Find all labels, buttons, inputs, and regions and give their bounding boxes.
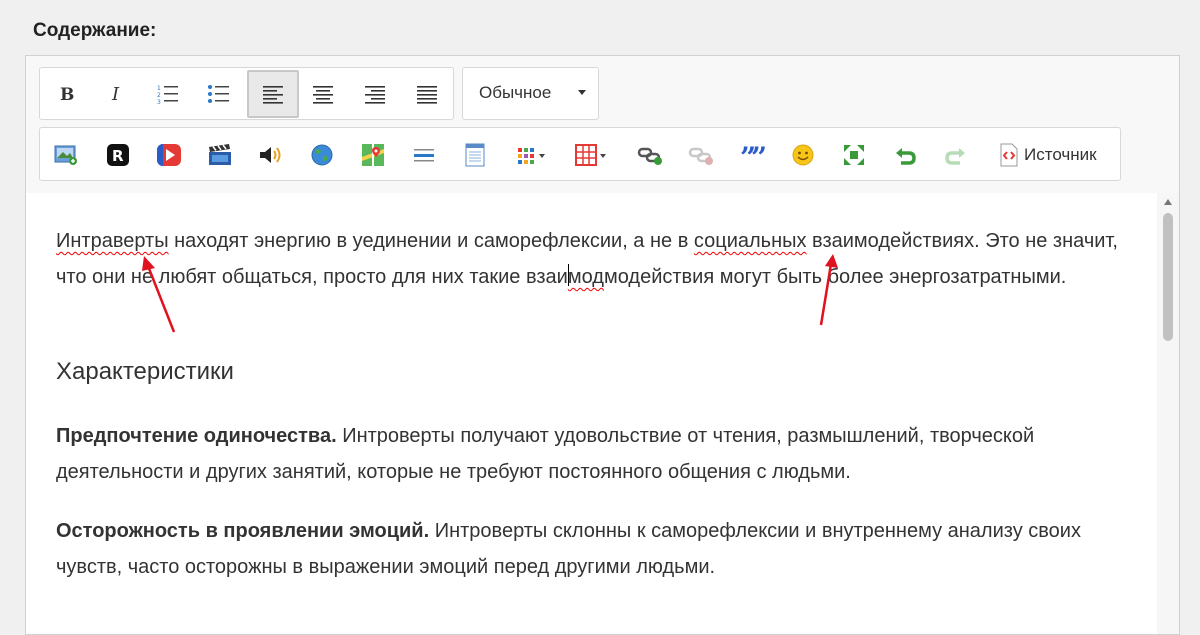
editor-toolbar: B I 1 2 3 Обычное R ” Источник [26,56,1179,194]
svg-text:”: ” [751,145,765,165]
scrollbar-thumb[interactable] [1163,213,1173,341]
maximize-button[interactable] [832,132,876,178]
insert-tools-group: R ” Источник [39,127,1121,181]
chevron-down-icon [578,90,586,95]
section-heading: Характеристики [56,358,234,385]
paragraph-bold-lead: Предпочтение одиночества. [56,425,337,447]
undo-button[interactable] [883,132,927,178]
formatting-group: B I 1 2 3 [39,67,454,120]
r-logo-icon: R [107,144,129,166]
insert-horizontal-line-button[interactable] [402,132,446,178]
paragraph-text: находят энергию в уединении и саморефлек… [168,230,694,252]
horizontal-line-icon [414,149,434,162]
globe-icon [311,144,333,166]
film-clapper-icon [209,144,231,165]
paragraph-solitude: Предпочтение одиночества. Интроверты пол… [56,418,1136,490]
insert-video-button[interactable] [147,132,191,178]
misspelled-word-fragment: мод [567,266,604,288]
align-center-button[interactable] [301,71,345,117]
format-select[interactable]: Обычное [462,67,599,120]
link-icon [637,147,662,165]
insert-special-char-button[interactable] [508,132,556,178]
bulleted-list-icon [208,85,229,103]
vertical-scrollbar[interactable] [1157,193,1179,634]
video-play-icon [157,144,181,166]
paragraph-emotions: Осторожность в проявлении эмоций. Интров… [56,513,1136,585]
insert-r-embed-button[interactable]: R [96,132,140,178]
content-field-label: Содержание: [33,20,157,41]
image-icon [54,145,77,165]
insert-audio-button[interactable] [249,132,293,178]
unlink-button[interactable] [679,132,723,178]
redo-button[interactable] [934,132,978,178]
table-grid-icon [575,144,606,166]
map-icon [362,144,384,166]
insert-table-button[interactable] [568,132,616,178]
align-justify-button[interactable] [405,71,449,117]
redo-icon [945,148,965,165]
format-select-value: Обычное [479,83,552,102]
paragraph-intro: Интраверты находят энергию в уединении и… [56,223,1136,295]
source-button[interactable]: Источник [990,132,1112,178]
align-left-icon [263,86,283,104]
audio-speaker-icon [260,147,281,163]
svg-text:B: B [60,85,74,104]
blockquote-button[interactable]: ”” [730,132,774,178]
insert-link-button[interactable] [628,132,672,178]
align-justify-icon [417,86,437,104]
maximize-icon [844,145,864,165]
bulleted-list-button[interactable] [197,71,241,117]
align-left-button[interactable] [247,70,299,118]
bold-icon: B [60,85,74,104]
misspelled-word[interactable]: Интраверты [56,230,169,252]
insert-link-globe-button[interactable] [300,132,344,178]
rich-text-editor: B I 1 2 3 Обычное R ” Источник Интраверт… [25,55,1180,635]
numbered-list-icon: 1 2 3 [157,85,178,105]
svg-text:1: 1 [157,85,161,92]
undo-icon [896,148,916,165]
paragraph-text: модействия могут быть более энергозатрат… [603,266,1067,288]
smiley-icon [792,144,814,166]
table-doc-icon [465,143,485,167]
source-code-icon [1000,143,1018,167]
blockquote-icon: ”” [740,145,765,165]
align-right-icon [365,86,385,104]
align-center-icon [313,86,333,104]
special-char-grid-icon [518,148,545,164]
align-right-button[interactable] [353,71,397,117]
insert-media-button[interactable] [198,132,242,178]
svg-text:R: R [112,147,124,165]
misspelled-word[interactable]: социальных [694,230,807,252]
italic-button[interactable]: I [95,71,139,117]
insert-template-button[interactable] [453,132,497,178]
svg-text:I: I [111,84,120,104]
scroll-up-arrow-icon[interactable] [1164,199,1172,205]
insert-smiley-button[interactable] [781,132,825,178]
insert-image-button[interactable] [44,132,88,178]
unlink-icon [688,147,713,165]
italic-icon: I [111,84,120,104]
numbered-list-button[interactable]: 1 2 3 [146,71,190,117]
svg-text:2: 2 [157,92,161,99]
source-button-label: Источник [1024,145,1097,164]
svg-text:3: 3 [157,99,161,105]
editor-content-area[interactable]: Интраверты находят энергию в уединении и… [26,193,1157,634]
paragraph-bold-lead: Осторожность в проявлении эмоций. [56,520,430,542]
insert-map-button[interactable] [351,132,395,178]
bold-button[interactable]: B [44,71,88,117]
